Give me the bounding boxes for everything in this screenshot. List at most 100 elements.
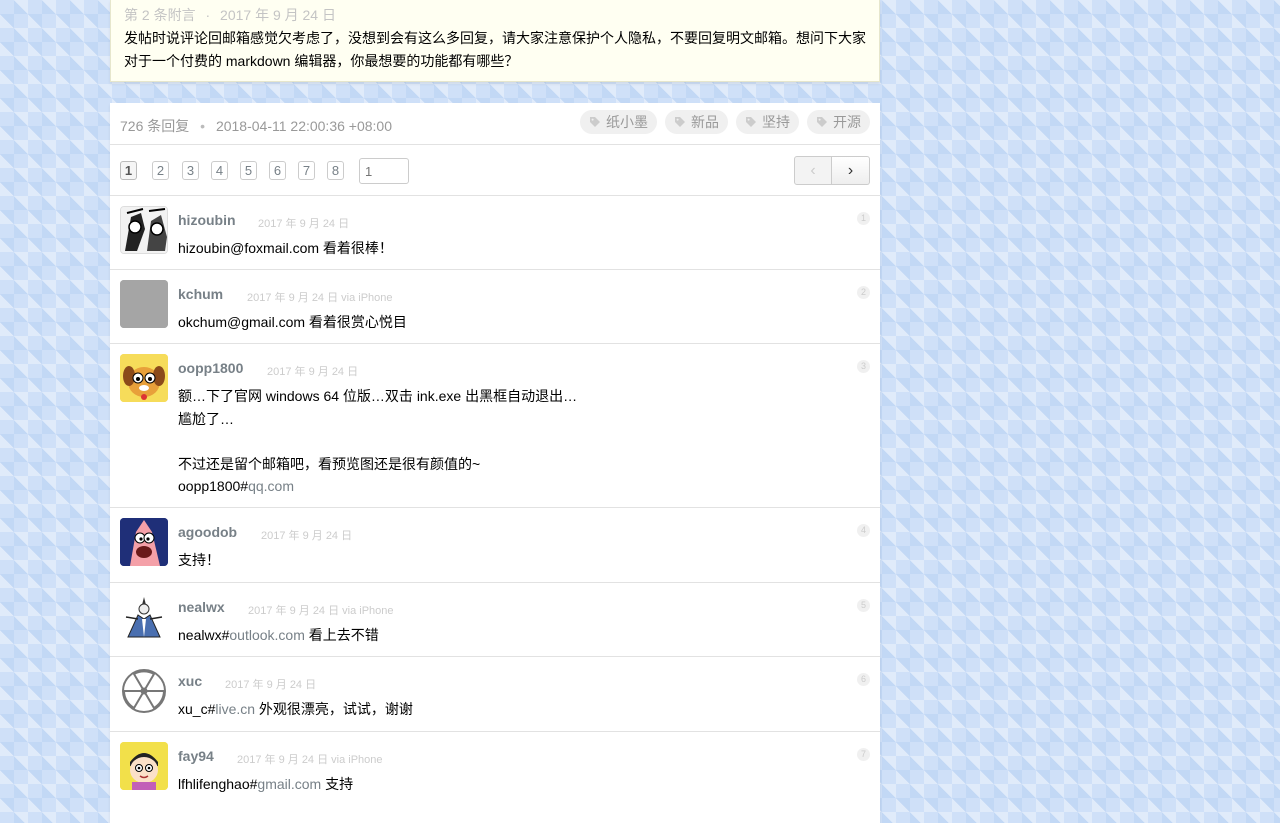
osomatsu-avatar-icon <box>120 742 168 790</box>
gray-avatar-icon <box>120 280 168 328</box>
avatar[interactable] <box>120 354 168 402</box>
reply-item: fay94 2017 年 9 月 24 日 via iPhone 7 lfhli… <box>110 732 880 823</box>
email-prefix: nealwx# <box>178 627 230 643</box>
page-7[interactable]: 7 <box>298 161 315 180</box>
reply-content: nealwx#outlook.com 看上去不错 <box>178 624 858 647</box>
chevron-left-icon: ‹ <box>810 161 816 179</box>
sketch-avatar-icon <box>120 593 168 641</box>
reply-author[interactable]: agoodob <box>178 524 237 540</box>
reply-time: 2017 年 9 月 24 日 <box>261 530 353 542</box>
reply-line: oopp1800#qq.com <box>178 475 858 498</box>
reply-time: 2017 年 9 月 24 日 via iPhone <box>248 605 394 617</box>
reply-floor-number: 5 <box>857 599 870 612</box>
email-domain-link[interactable]: gmail.com <box>257 776 321 792</box>
page-4[interactable]: 4 <box>211 161 228 180</box>
reply-floor-number: 3 <box>857 360 870 373</box>
prev-page-button[interactable]: ‹ <box>794 156 832 185</box>
reply-content: hizoubin@foxmail.com 看着很棒！ <box>178 240 393 256</box>
tag-label: 纸小墨 <box>606 114 648 130</box>
tag-list: 纸小墨 新品 坚持 开源 <box>580 110 870 134</box>
radiation-avatar-icon <box>122 669 166 713</box>
tag-xinpin[interactable]: 新品 <box>665 110 728 134</box>
reply-time: 2017 年 9 月 24 日 via iPhone <box>237 754 383 766</box>
email-prefix: lfhlifenghao# <box>178 776 258 792</box>
avatar[interactable] <box>120 742 168 790</box>
page-3[interactable]: 3 <box>182 161 199 180</box>
reply-count: 726 条回复 <box>120 118 190 134</box>
reply-floor-number: 4 <box>857 524 870 537</box>
postscript-body: 发帖时说评论回邮箱感觉欠考虑了，没想到会有这么多回复，请大家注意保护个人隐私，不… <box>124 30 866 69</box>
reply-author[interactable]: nealwx <box>178 599 225 615</box>
reply-item: xuc 2017 年 9 月 24 日 6 xu_c#live.cn 外观很漂亮… <box>110 657 880 732</box>
page-6[interactable]: 6 <box>269 161 286 180</box>
avatar[interactable] <box>120 593 168 641</box>
reply-line: 额…下了官网 windows 64 位版…双击 ink.exe 出黑框自动退出… <box>178 388 578 404</box>
tag-zhixiaomo[interactable]: 纸小墨 <box>580 110 657 134</box>
postscript-header: 第 2 条附言 · 2017 年 9 月 24 日 <box>124 5 336 25</box>
email-prefix: xu_c# <box>178 701 216 717</box>
reply-item: nealwx 2017 年 9 月 24 日 via iPhone 5 neal… <box>110 583 880 657</box>
postscript-label: 第 2 条附言 <box>124 7 196 23</box>
avatar[interactable] <box>120 206 168 254</box>
reply-line: 不过还是留个邮箱吧，看预览图还是很有颜值的~ <box>178 455 481 472</box>
patrick-avatar-icon <box>120 518 168 566</box>
page-5[interactable]: 5 <box>240 161 257 180</box>
reply-author[interactable]: fay94 <box>178 748 214 764</box>
page-8[interactable]: 8 <box>327 161 344 180</box>
reply-time: 2017 年 9 月 24 日 <box>225 679 317 691</box>
tag-icon <box>675 117 685 127</box>
reply-author[interactable]: oopp1800 <box>178 360 243 376</box>
reply-content: 额…下了官网 windows 64 位版…双击 ink.exe 出黑框自动退出…… <box>178 385 858 498</box>
postscript-date: 2017 年 9 月 24 日 <box>220 7 336 23</box>
email-domain-link[interactable]: qq.com <box>248 478 294 494</box>
postscript-box: 第 2 条附言 · 2017 年 9 月 24 日 发帖时说评论回邮箱感觉欠考虑… <box>110 0 880 82</box>
tag-kaiyuan[interactable]: 开源 <box>807 110 870 134</box>
reply-time: 2017 年 9 月 24 日 <box>258 218 350 230</box>
reply-author[interactable]: xuc <box>178 673 202 689</box>
reply-author[interactable]: hizoubin <box>178 212 236 228</box>
reply-item: agoodob 2017 年 9 月 24 日 4 支持！ <box>110 508 880 583</box>
tag-label: 坚持 <box>762 114 790 130</box>
reply-stats-separator: • <box>200 118 206 134</box>
email-domain-link[interactable]: live.cn <box>215 701 255 717</box>
page-2[interactable]: 2 <box>152 161 169 180</box>
reply-content: okchum@gmail.com 看着很赏心悦目 <box>178 314 407 330</box>
reply-time: 2017 年 9 月 24 日 via iPhone <box>247 292 393 304</box>
email-domain-link[interactable]: outlook.com <box>229 627 304 643</box>
reply-floor-number: 1 <box>857 212 870 225</box>
avatar[interactable] <box>120 667 168 715</box>
tag-icon <box>817 117 827 127</box>
last-reply-time: 2018-04-11 22:00:36 +08:00 <box>215 118 392 134</box>
manga-avatar-icon <box>121 207 167 253</box>
reply-text: 看上去不错 <box>304 627 379 643</box>
reply-content: lfhlifenghao#gmail.com 支持 <box>178 773 858 796</box>
reply-author[interactable]: kchum <box>178 286 223 302</box>
avatar[interactable] <box>120 280 168 328</box>
avatar[interactable] <box>120 518 168 566</box>
tag-icon <box>590 117 600 127</box>
reply-floor-number: 7 <box>857 748 870 761</box>
cartoon-dog-avatar-icon <box>120 354 168 402</box>
page-nav: ‹ › <box>794 156 870 185</box>
next-page-button[interactable]: › <box>832 156 870 185</box>
chevron-right-icon: › <box>847 161 854 179</box>
reply-item: hizoubin 2017 年 9 月 24 日 1 hizoubin@foxm… <box>110 196 880 270</box>
tag-label: 新品 <box>691 114 719 130</box>
reply-content: 支持！ <box>178 552 220 568</box>
tag-icon <box>746 117 756 127</box>
reply-floor-number: 6 <box>857 673 870 686</box>
page-jump-input[interactable] <box>359 158 409 184</box>
replies-box: 726 条回复 • 2018-04-11 22:00:36 +08:00 纸小墨… <box>110 103 880 823</box>
reply-text: 外观很漂亮，试试，谢谢 <box>255 701 413 717</box>
page-1[interactable]: 1 <box>120 161 137 180</box>
reply-text: 支持 <box>321 776 354 792</box>
reply-floor-number: 2 <box>857 286 870 299</box>
replies-header: 726 条回复 • 2018-04-11 22:00:36 +08:00 纸小墨… <box>110 103 880 145</box>
tag-label: 开源 <box>833 114 861 130</box>
reply-stats: 726 条回复 • 2018-04-11 22:00:36 +08:00 <box>120 116 392 136</box>
reply-time: 2017 年 9 月 24 日 <box>267 366 359 378</box>
reply-item: oopp1800 2017 年 9 月 24 日 3 额…下了官网 window… <box>110 344 880 508</box>
reply-line: 尴尬了… <box>178 410 234 427</box>
tag-jianchi[interactable]: 坚持 <box>736 110 799 134</box>
